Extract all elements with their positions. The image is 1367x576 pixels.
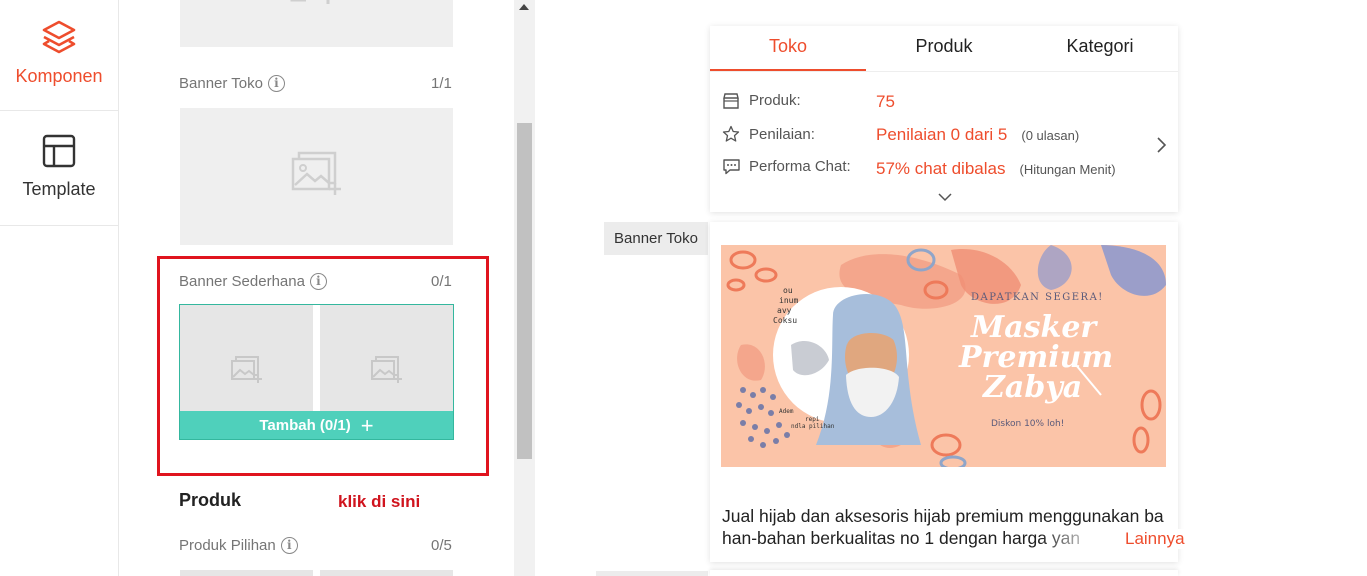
produk-pilihan-slot[interactable] [320,570,453,576]
produk-pilihan-label: Produk Pilihan [179,537,276,554]
nav-komponen-label: Komponen [15,66,103,86]
next-section-card [710,570,1178,576]
highlight-annotation-box [157,256,489,476]
tab-toko[interactable]: Toko [710,26,866,71]
produk-pilihan-slot[interactable] [180,570,313,576]
produk-pilihan-title: Produk Pilihan i [179,537,298,554]
svg-text:repi: repi [805,416,820,423]
image-add-icon [291,151,341,195]
stat-penilaian-value-row: Penilaian 0 dari 5 (0 ulasan) [876,125,1079,145]
layout-icon [42,134,76,168]
nav-divider [0,225,119,226]
svg-text:DAPATKAN SEGERA!: DAPATKAN SEGERA! [971,292,1104,303]
svg-text:Adem: Adem [779,408,794,415]
stat-produk-value: 75 [876,92,895,111]
annotation-text: klik di sini [338,492,421,511]
chat-icon [721,158,741,175]
stat-produk: Produk: [721,92,801,109]
tab-produk[interactable]: Produk [866,26,1022,71]
nav-template-label: Template [22,179,96,199]
shop-banner-image[interactable]: ou inum avy Coksu Adem repi ndla pilihan… [721,245,1166,467]
layers-icon [42,20,76,54]
svg-text:ou: ou [783,286,793,295]
store-icon [721,92,741,109]
banner-toko-title: Banner Toko i [179,75,285,92]
shop-tabs: Toko Produk Kategori [710,26,1178,72]
banner-toko-slot[interactable] [180,108,453,245]
info-icon[interactable]: i [280,537,298,554]
star-icon [721,125,741,143]
produk-heading: Produk [179,490,242,510]
produk-pilihan-count: 0/5 [431,537,452,554]
stat-chat-value-row: 57% chat dibalas (Hitungan Menit) [876,159,1116,179]
description-fade [1040,527,1100,551]
nav-komponen[interactable]: Komponen [0,18,118,111]
stat-penilaian-value: Penilaian 0 dari 5 [876,125,1008,144]
scrollbar-thumb[interactable] [517,123,532,459]
stat-penilaian: Penilaian: [721,125,815,143]
stat-penilaian-label: Penilaian: [749,125,815,143]
stat-chat: Performa Chat: [721,158,851,175]
image-add-icon [290,0,330,4]
stat-chat-value: 57% chat dibalas [876,159,1006,178]
lainnya-link[interactable]: Lainnya [1105,529,1185,549]
left-nav: Komponen Template [0,0,119,576]
svg-text:Zabya: Zabya [982,370,1082,405]
svg-text:Coksu: Coksu [773,316,797,325]
svg-text:Diskon 10% loh!: Diskon 10% loh! [991,419,1064,429]
stat-chat-note: (Hitungan Menit) [1019,161,1116,177]
banner-toko-label: Banner Toko [179,75,263,92]
description-line-1: Jual hijab dan aksesoris hijab premium m… [722,506,1164,526]
chevron-down-icon[interactable] [937,192,953,202]
svg-text:ndla pilihan: ndla pilihan [791,423,835,430]
info-icon[interactable]: i [267,75,285,92]
tab-kategori[interactable]: Kategori [1022,26,1178,71]
banner-artwork: ou inum avy Coksu Adem repi ndla pilihan… [721,245,1166,467]
nav-template[interactable]: Template [0,133,118,225]
stat-chat-label: Performa Chat: [749,158,851,175]
page-root: Komponen Template Banner Toko i 1/1 Bann… [0,0,1367,576]
nav-divider [0,110,119,111]
next-section-tag [596,571,708,576]
banner-toko-tag: Banner Toko [604,222,708,255]
stat-produk-label: Produk: [749,92,801,109]
scroll-up-arrow-icon[interactable] [519,4,529,10]
chevron-right-icon[interactable] [1155,136,1167,154]
svg-text:avy: avy [777,306,792,315]
stat-penilaian-note: (0 ulasan) [1021,127,1080,143]
svg-text:inum: inum [779,296,798,305]
banner-toko-count: 1/1 [431,75,452,92]
component-preview-placeholder[interactable] [180,0,453,47]
